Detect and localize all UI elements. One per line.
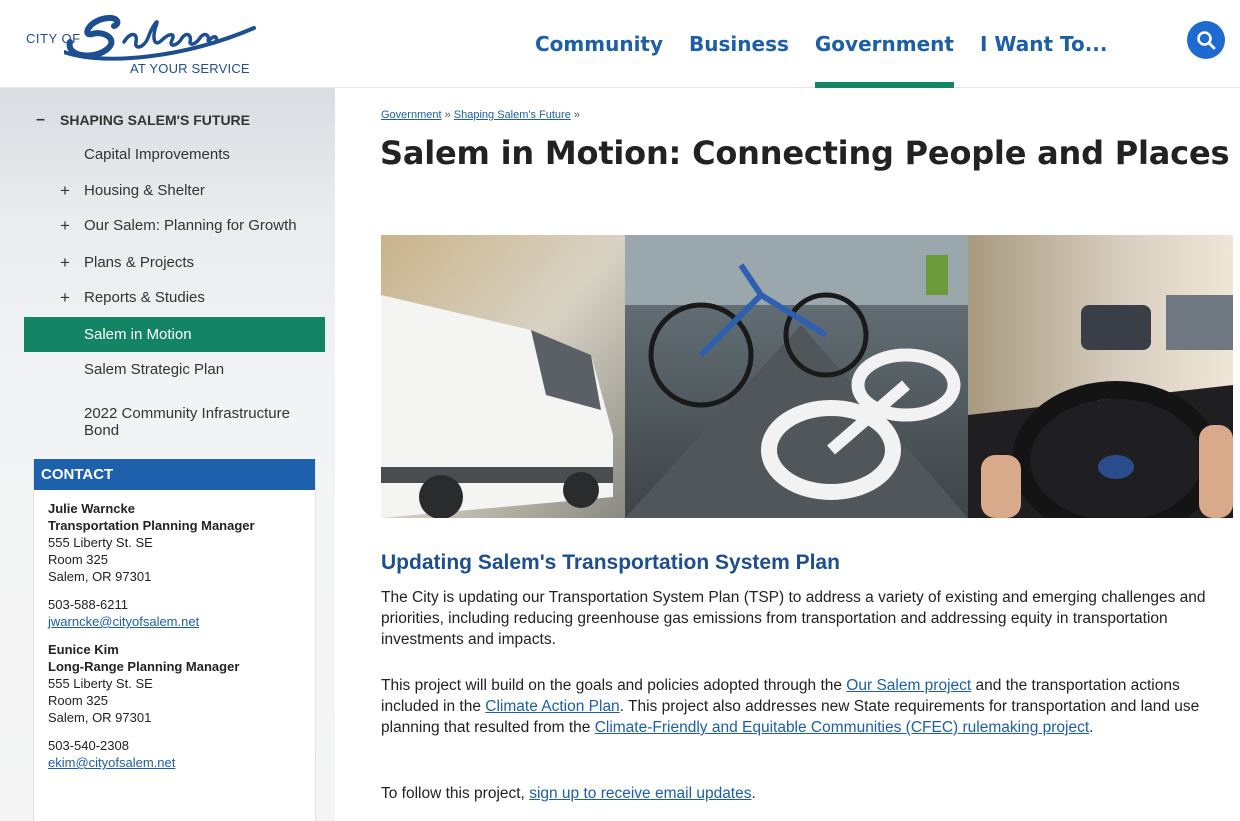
text-run: . [751,785,756,802]
sidebar-item-salem-strategic-plan[interactable]: Salem Strategic Plan [24,352,325,387]
contact-address-line: 555 Liberty St. SE [48,676,153,691]
sidebar-item-our-salem[interactable]: + Our Salem: Planning for Growth [24,208,325,243]
sidebar-item-infrastructure-bond[interactable]: 2022 Community Infrastructure Bond [24,397,325,447]
contact-email-link[interactable]: jwarncke@cityofsalem.net [48,614,199,629]
sidebar-item-label: Plans & Projects [84,254,195,271]
sidebar-section-shaping-salems-future[interactable]: – SHAPING SALEM'S FUTURE [24,102,325,138]
hero-image [381,235,1233,518]
breadcrumb-separator: » [444,109,451,121]
contact-email-link[interactable]: ekim@cityofsalem.net [48,755,175,770]
site-header: CITY OF AT YOUR SERVICE Community Busine… [0,0,1240,88]
sidebar-item-capital-improvements[interactable]: Capital Improvements [24,137,325,172]
nav-i-want-to[interactable]: I Want To... [967,0,1121,88]
link-climate-action-plan[interactable]: Climate Action Plan [485,698,619,715]
sidebar-item-label: 2022 Community Infrastructure Bond [84,405,290,439]
text-run: To follow this project, [381,785,530,802]
breadcrumb-separator: » [573,109,581,121]
search-icon [1197,31,1216,50]
expand-icon[interactable]: + [60,216,70,236]
page-title: Salem in Motion: Connecting People and P… [380,134,1230,172]
sidebar-item-label: Salem in Motion [84,326,192,343]
link-email-signup[interactable]: sign up to receive email updates [529,785,751,802]
nav-community[interactable]: Community [522,0,676,88]
sidebar-item-label: Reports & Studies [84,289,205,306]
sidebar-item-plans-projects[interactable]: + Plans & Projects [24,245,325,280]
expand-icon[interactable]: + [60,288,70,308]
project-paragraph: This project will build on the goals and… [381,675,1229,738]
contact-title: Transportation Planning Manager [48,518,255,533]
breadcrumb-government[interactable]: Government [381,109,442,121]
contact-phone: 503-540-2308 [48,738,129,753]
contact-heading: CONTACT [34,459,315,490]
sidebar-item-housing-shelter[interactable]: + Housing & Shelter [24,173,325,208]
breadcrumb: Government » Shaping Salem's Future » [381,109,580,121]
contact-address-line: Room 325 [48,552,108,567]
expand-icon[interactable]: + [60,181,70,201]
text-run: This project will build on the goals and… [381,677,847,694]
city-of-salem-logo[interactable]: CITY OF AT YOUR SERVICE [26,12,256,80]
hero-image-collage [381,235,1233,518]
intro-paragraph: The City is updating our Transportation … [381,589,1206,648]
expand-icon[interactable]: + [60,253,70,273]
salem-script-logo-mark [64,14,256,61]
contact-address-line: Room 325 [48,693,108,708]
sidebar-item-label: Salem Strategic Plan [84,361,225,378]
follow-paragraph: To follow this project, sign up to recei… [381,783,1229,804]
nav-government[interactable]: Government [802,0,967,88]
logo-tagline: AT YOUR SERVICE [130,61,250,76]
contact-name: Julie Warncke [48,501,135,516]
search-button[interactable] [1187,21,1225,59]
contact-title: Long-Range Planning Manager [48,659,240,674]
contact-box: CONTACT Julie Warncke Transportation Pla… [33,459,316,821]
contact-phone: 503-588-6211 [48,597,128,612]
breadcrumb-shaping-salems-future[interactable]: Shaping Salem's Future [454,109,571,121]
sidebar-item-label: Capital Improvements [84,146,230,163]
nav-business[interactable]: Business [676,0,802,88]
sidebar-item-reports-studies[interactable]: + Reports & Studies [24,280,325,315]
collapse-icon[interactable]: – [36,111,52,129]
contact-name: Eunice Kim [48,642,119,657]
main-nav: Community Business Government I Want To.… [522,0,1120,88]
sidebar-item-label: Our Salem: Planning for Growth [84,217,297,234]
contact-city: Salem, OR 97301 [48,710,152,725]
sidebar-item-label: Housing & Shelter [84,182,205,199]
link-our-salem-project[interactable]: Our Salem project [846,677,971,694]
contact-address-line: 555 Liberty St. SE [48,535,153,550]
sidebar-item-salem-in-motion[interactable]: Salem in Motion [24,317,325,352]
contact-body: Julie Warncke Transportation Planning Ma… [34,490,315,771]
text-run: . [1089,719,1094,736]
sidebar-section-label: SHAPING SALEM'S FUTURE [60,112,251,128]
contact-city: Salem, OR 97301 [48,569,152,584]
section-heading: Updating Salem's Transportation System P… [381,551,840,574]
link-cfec-rulemaking-project[interactable]: Climate-Friendly and Equitable Communiti… [595,719,1089,736]
